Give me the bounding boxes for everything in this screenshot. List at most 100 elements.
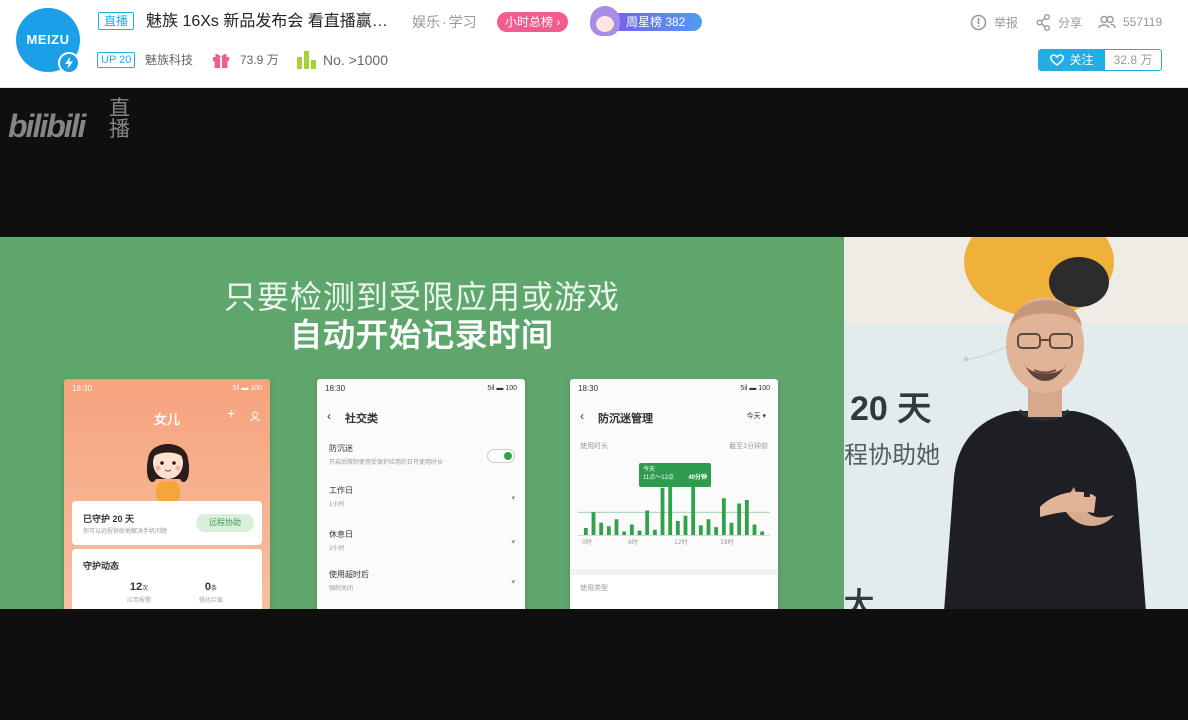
chart-axis-label: 6时 bbox=[628, 538, 638, 546]
setting-name: 工作日 bbox=[329, 486, 353, 495]
chart-bar bbox=[622, 531, 627, 535]
chart-bar bbox=[660, 487, 665, 535]
status-bar: 18:30 5il ▬ 100 bbox=[64, 379, 270, 397]
status-bar: 18:30 5il ▬ 100 bbox=[317, 379, 525, 397]
stat-harassment-blocked: 0条 骚扰拦截 bbox=[176, 581, 246, 604]
video-player[interactable]: bilibili 直播 只要检测到受限应用或游戏 自动开始记录时间 18:30 5… bbox=[0, 88, 1188, 720]
chart-bar bbox=[729, 522, 734, 535]
stat-label: 应用报警 bbox=[126, 598, 151, 604]
tooltip-minutes: 40分钟 bbox=[688, 475, 707, 481]
video-frame: 只要检测到受限应用或游戏 自动开始记录时间 18:30 5il ▬ 100 女儿 … bbox=[0, 237, 1188, 609]
user-icon bbox=[250, 409, 260, 427]
chart-tooltip: 今天 11点～12点 40分钟 bbox=[639, 463, 711, 487]
setting-name: 使用超时后 bbox=[329, 570, 369, 579]
chart-bar bbox=[744, 500, 749, 535]
setting-after-timeout: 使用超时后 强制关闭 ▾ bbox=[329, 569, 515, 599]
avatar-logo-text: MEIZU bbox=[26, 32, 70, 47]
chart-bar bbox=[737, 503, 742, 535]
date-filter: 今天 ▾ bbox=[746, 413, 766, 420]
gift-icon bbox=[212, 51, 230, 74]
follow-label: 关注 bbox=[1069, 53, 1094, 67]
setting-anti-addiction: 防沉迷 开启后限制使用受保护应用的日可使用时长 bbox=[329, 443, 515, 473]
back-arrow-icon: ‹ bbox=[327, 409, 331, 423]
share-label: 分享 bbox=[1058, 15, 1083, 30]
chart-bar bbox=[645, 510, 650, 535]
viewer-count: 557119 bbox=[1098, 13, 1162, 31]
guard-hint: 你可以远程协助他解决手机问题 bbox=[83, 529, 168, 535]
girl-illustration-icon bbox=[142, 431, 194, 506]
chart-bar bbox=[760, 531, 765, 535]
watermark-logo: bilibili bbox=[8, 108, 86, 144]
chart-bar bbox=[637, 530, 642, 535]
share-button[interactable]: 分享 bbox=[1036, 13, 1082, 31]
chart-axis-label: 0时 bbox=[582, 538, 592, 546]
caret-down-icon: ▾ bbox=[511, 539, 515, 546]
gift-value: 73.9 万 bbox=[240, 53, 279, 67]
stat-unit: 次 bbox=[142, 586, 149, 592]
dynamics-title: 守护动态 bbox=[83, 561, 120, 571]
live-tag: 直播 bbox=[98, 12, 135, 30]
setting-desc: 2小时 bbox=[329, 546, 345, 552]
guard-days: 已守护 20 天 bbox=[83, 514, 135, 524]
rank-value: No. >1000 bbox=[323, 52, 388, 68]
presenter-figure bbox=[924, 277, 1154, 609]
slide-headline: 只要检测到受限应用或游戏 bbox=[223, 279, 620, 315]
setting-rest-day: 休息日 2小时 ▾ bbox=[329, 529, 515, 559]
mascot-icon bbox=[590, 6, 620, 36]
chart-bar bbox=[691, 484, 696, 535]
follow-widget: 关注 32.8 万 bbox=[1038, 49, 1162, 71]
phone-mockup-guardian: 18:30 5il ▬ 100 女儿 + 已守护 20 天 你可以远程协助他解决… bbox=[64, 379, 270, 609]
chart-axis-label: 12时 bbox=[674, 538, 688, 546]
viewer-count-value: 557119 bbox=[1123, 15, 1163, 29]
follower-count: 32.8 万 bbox=[1105, 50, 1161, 70]
stat-value: 12 bbox=[129, 581, 143, 593]
caret-down-icon: ▾ bbox=[511, 579, 515, 586]
chart-bar bbox=[752, 524, 757, 535]
setting-desc: 强制关闭 bbox=[329, 586, 354, 592]
slide-subheadline: 自动开始记录时间 bbox=[289, 317, 554, 353]
report-button[interactable]: 举报 bbox=[970, 13, 1018, 31]
stat-label: 骚扰拦截 bbox=[198, 598, 223, 604]
chart-bar bbox=[614, 519, 619, 535]
setting-name: 休息日 bbox=[329, 530, 353, 539]
heart-icon bbox=[1050, 54, 1065, 66]
anchor-name[interactable]: 魅族科技 bbox=[145, 53, 193, 67]
follow-button[interactable]: 关注 bbox=[1039, 50, 1105, 70]
usage-bar-chart: 0时 6时 12时 18时 今天 11点～12点 40分钟 bbox=[578, 455, 770, 551]
chart-bar bbox=[714, 527, 719, 535]
tooltip-day: 今天 bbox=[643, 467, 656, 473]
toggle-switch bbox=[487, 449, 515, 463]
chart-bar bbox=[721, 498, 726, 535]
status-signal: 5il ▬ 100 bbox=[487, 384, 517, 392]
status-time: 18:30 bbox=[325, 383, 346, 393]
warning-icon bbox=[970, 14, 987, 30]
child-name: 女儿 bbox=[153, 412, 180, 427]
usage-type-label: 使用类型 bbox=[580, 585, 608, 592]
screen-header: ‹ 社交类 bbox=[317, 407, 525, 429]
chart-bar bbox=[706, 519, 711, 535]
phone-mockup-social-settings: 18:30 5il ▬ 100 ‹ 社交类 防沉迷 开启后限制使用受保护应用的日可… bbox=[317, 379, 525, 609]
chart-bar bbox=[591, 512, 596, 535]
remote-assist-button: 远程协助 bbox=[196, 514, 254, 532]
stat-unit: 条 bbox=[211, 586, 218, 592]
usage-type-section: 使用类型 bbox=[570, 569, 778, 609]
backdrop-text-bottom: 大 bbox=[844, 588, 874, 609]
area-child-link[interactable]: 学习 bbox=[449, 14, 477, 30]
back-arrow-icon: ‹ bbox=[580, 409, 584, 423]
verified-badge-icon bbox=[58, 52, 80, 74]
watermark-live-text: 直播 bbox=[109, 97, 130, 141]
status-signal: 5il ▬ 100 bbox=[232, 384, 262, 392]
presentation-slide: 只要检测到受限应用或游戏 自动开始记录时间 18:30 5il ▬ 100 女儿 … bbox=[0, 237, 844, 609]
tooltip-range: 11点～12点 bbox=[643, 475, 674, 481]
week-rank-label: 周星榜 382 bbox=[626, 15, 686, 29]
chart-bar bbox=[675, 521, 680, 535]
report-label: 举报 bbox=[994, 15, 1019, 30]
chart-axis-label: 18时 bbox=[720, 538, 734, 546]
chart-bar bbox=[652, 529, 657, 535]
area-parent-link[interactable]: 娱乐 bbox=[412, 14, 440, 30]
chart-bar bbox=[683, 515, 688, 535]
hour-rank-badge[interactable]: 小时总榜 › bbox=[497, 12, 569, 32]
week-star-rank-badge[interactable]: 周星榜 382 bbox=[590, 6, 704, 36]
chart-bar bbox=[629, 524, 634, 535]
chevron-right-icon: › bbox=[556, 15, 561, 29]
